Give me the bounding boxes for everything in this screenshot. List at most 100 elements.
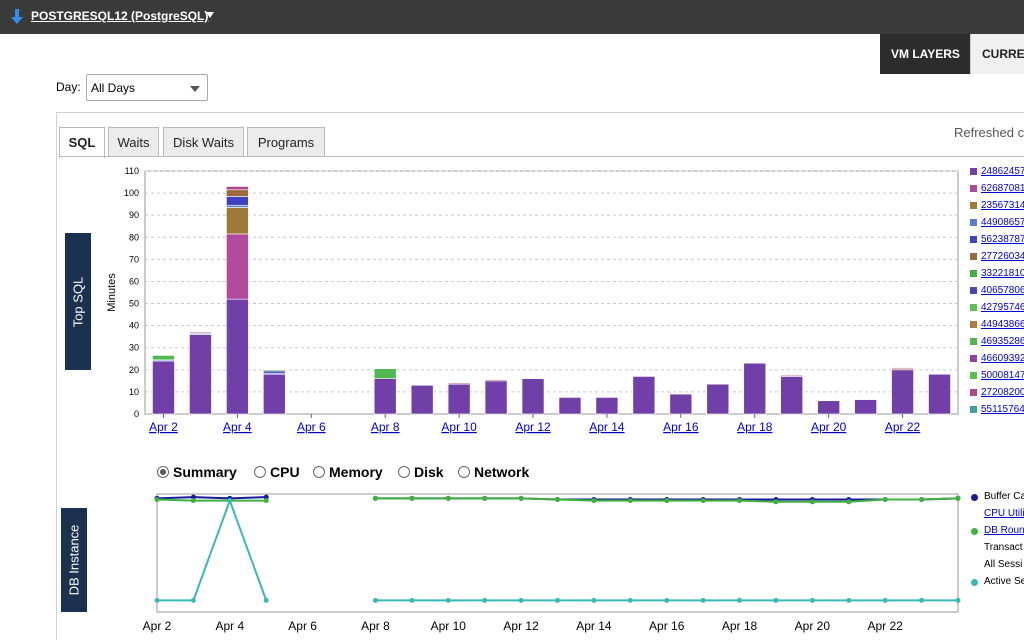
radio-cpu-circle[interactable] — [254, 466, 266, 478]
bar-segment[interactable] — [521, 378, 545, 415]
legend-sql-link[interactable]: 27726034 — [981, 251, 1024, 262]
series-point[interactable] — [955, 597, 961, 603]
radio-memory[interactable]: Memory — [313, 464, 383, 480]
series-point[interactable] — [919, 496, 925, 502]
series-point[interactable] — [372, 597, 378, 603]
legend-item[interactable]: DB Roun — [970, 525, 1024, 542]
x-tick-label[interactable]: Apr 12 — [515, 420, 551, 434]
series-point[interactable] — [190, 498, 196, 504]
bar-segment[interactable] — [226, 189, 249, 197]
bar-segment[interactable] — [780, 375, 804, 377]
series-point[interactable] — [409, 495, 415, 501]
series-point[interactable] — [154, 597, 160, 603]
x-tick-label[interactable]: Apr 14 — [589, 420, 625, 434]
bar-segment[interactable] — [226, 207, 249, 235]
legend-item[interactable]: 44943866 — [970, 319, 1024, 336]
bar-segment[interactable] — [263, 369, 286, 372]
bar-segment[interactable] — [189, 334, 212, 415]
legend-item[interactable]: 27726034 — [970, 251, 1024, 268]
series-point[interactable] — [664, 498, 670, 504]
series-point[interactable] — [846, 597, 852, 603]
download-arrow-icon[interactable] — [10, 9, 24, 28]
series-point[interactable] — [664, 597, 670, 603]
bar-segment[interactable] — [373, 378, 397, 415]
bar-segment[interactable] — [226, 233, 249, 300]
series-point[interactable] — [518, 597, 524, 603]
bar-segment[interactable] — [484, 380, 508, 415]
bar-segment[interactable] — [263, 373, 286, 415]
series-point[interactable] — [919, 597, 925, 603]
legend-sql-link[interactable]: 46935286 — [981, 336, 1024, 347]
x-tick-label[interactable]: Apr 10 — [441, 420, 477, 434]
series-point[interactable] — [555, 496, 560, 502]
series-point[interactable] — [809, 597, 815, 603]
radio-network[interactable]: Network — [458, 464, 529, 480]
x-tick-label[interactable]: Apr 20 — [811, 420, 847, 434]
radio-summary-circle[interactable] — [157, 466, 169, 478]
series-point[interactable] — [227, 498, 233, 504]
tab-waits[interactable]: Waits — [108, 127, 159, 157]
legend-sql-link[interactable]: 56238787 — [981, 234, 1024, 245]
series-point[interactable] — [555, 597, 560, 603]
bar-segment[interactable] — [152, 360, 175, 415]
bar-segment[interactable] — [263, 370, 286, 374]
legend-metric-link[interactable]: CPU Utili — [984, 508, 1024, 519]
series-point[interactable] — [591, 597, 597, 603]
legend-item[interactable]: 50008147 — [970, 370, 1024, 387]
series-point[interactable] — [773, 499, 779, 505]
day-select[interactable]: All Days — [86, 74, 208, 101]
x-tick-label[interactable]: Apr 22 — [885, 420, 921, 434]
tab-sql[interactable]: SQL — [59, 127, 105, 158]
series-point[interactable] — [700, 597, 706, 603]
tab-programs[interactable]: Programs — [247, 127, 325, 157]
bar-segment[interactable] — [226, 204, 249, 208]
legend-item[interactable]: 55115764 — [970, 404, 1024, 421]
series-point[interactable] — [591, 498, 597, 504]
bar-segment[interactable] — [669, 393, 693, 415]
legend-sql-link[interactable]: 40657806 — [981, 285, 1024, 296]
series-point[interactable] — [882, 597, 888, 603]
radio-disk-circle[interactable] — [398, 466, 410, 478]
series-point[interactable] — [737, 498, 743, 504]
tab-disk-waits[interactable]: Disk Waits — [163, 127, 244, 157]
bar-segment[interactable] — [891, 369, 914, 415]
series-point[interactable] — [482, 495, 488, 501]
series-point[interactable] — [263, 498, 269, 504]
bar-segment[interactable] — [928, 373, 951, 415]
legend-sql-link[interactable]: 55115764 — [981, 404, 1024, 415]
x-tick-label[interactable]: Apr 4 — [223, 420, 252, 434]
bar-segment[interactable] — [152, 355, 175, 361]
chevron-down-icon[interactable] — [206, 12, 214, 18]
legend-sql-link[interactable]: 27208200 — [981, 387, 1024, 398]
legend-item[interactable]: 56238787 — [970, 234, 1024, 251]
radio-memory-circle[interactable] — [313, 466, 325, 478]
legend-item[interactable]: 40657806 — [970, 285, 1024, 302]
legend-item[interactable]: 27208200 — [970, 387, 1024, 404]
bar-segment[interactable] — [632, 376, 656, 415]
x-tick-label[interactable]: Apr 16 — [663, 420, 699, 434]
legend-sql-link[interactable]: 33221810 — [981, 268, 1024, 279]
tab-current[interactable]: CURRE — [970, 34, 1024, 74]
series-point[interactable] — [700, 498, 706, 504]
x-tick-label[interactable]: Apr 2 — [149, 420, 178, 434]
radio-cpu[interactable]: CPU — [254, 464, 300, 480]
series-point[interactable] — [409, 597, 415, 603]
bar-segment[interactable] — [558, 397, 582, 415]
series-point[interactable] — [372, 495, 378, 501]
tab-vm-layers[interactable]: VM LAYERS — [880, 34, 970, 74]
bar-segment[interactable] — [595, 397, 619, 415]
series-point[interactable] — [190, 597, 196, 603]
series-point[interactable] — [773, 597, 779, 603]
series-point[interactable] — [846, 499, 852, 505]
legend-sql-link[interactable]: 23567314 — [981, 200, 1024, 211]
bar-segment[interactable] — [484, 379, 508, 382]
x-tick-label[interactable]: Apr 8 — [371, 420, 400, 434]
bar-segment[interactable] — [226, 196, 249, 206]
legend-sql-link[interactable]: 50008147 — [981, 370, 1024, 381]
bar-segment[interactable] — [447, 382, 471, 385]
legend-item[interactable]: CPU Utili — [970, 508, 1024, 525]
series-point[interactable] — [627, 498, 633, 504]
database-selector-link[interactable]: POSTGRESQL12 (PostgreSQL) — [31, 9, 208, 23]
radio-network-circle[interactable] — [458, 466, 470, 478]
legend-item[interactable]: 33221810 — [970, 268, 1024, 285]
